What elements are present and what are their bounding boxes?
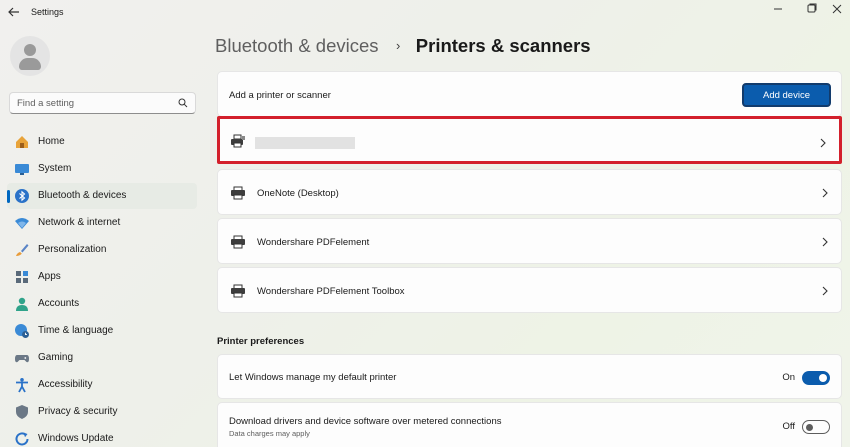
chevron-right-icon[interactable]: [819, 138, 827, 148]
sidebar-item-label: Accounts: [38, 298, 80, 309]
sidebar-item-apps[interactable]: Apps: [7, 264, 197, 290]
sidebar-item-label: Home: [38, 136, 65, 147]
sidebar-item-bluetooth[interactable]: Bluetooth & devices: [7, 183, 197, 209]
printer-icon: [231, 235, 245, 249]
sidebar-item-accounts[interactable]: Accounts: [7, 291, 197, 317]
shield-icon: [16, 405, 28, 419]
title-bar: Settings: [0, 0, 850, 26]
sidebar-item-label: Personalization: [38, 244, 107, 255]
sidebar-item-time-language[interactable]: Time & language: [7, 318, 197, 344]
printer-row[interactable]: OneNote (Desktop): [217, 169, 842, 215]
globe-clock-icon: [15, 324, 29, 338]
chevron-right-icon[interactable]: [821, 286, 829, 296]
printer-icon: [231, 134, 245, 148]
sidebar-item-privacy[interactable]: Privacy & security: [7, 399, 197, 425]
sidebar-item-gaming[interactable]: Gaming: [7, 345, 197, 371]
setting-label: Let Windows manage my default printer: [229, 372, 397, 383]
accessibility-icon: [16, 378, 28, 393]
setting-label: Download drivers and device software ove…: [229, 416, 502, 427]
monitor-icon: [15, 164, 29, 175]
section-heading: Printer preferences: [217, 336, 305, 347]
sidebar-item-label: Windows Update: [38, 433, 114, 444]
printer-row[interactable]: Wondershare PDFelement: [217, 218, 842, 264]
chevron-right-icon[interactable]: [821, 188, 829, 198]
printer-row-highlighted[interactable]: [217, 116, 842, 164]
avatar-body: [19, 58, 41, 70]
sidebar-item-accessibility[interactable]: Accessibility: [7, 372, 197, 398]
search-icon[interactable]: [178, 98, 188, 108]
printer-name: OneNote (Desktop): [257, 188, 339, 199]
sidebar-nav: Home System Bluetooth & devices Network …: [7, 129, 197, 447]
sidebar-item-label: Time & language: [38, 325, 114, 336]
printer-name: Wondershare PDFelement: [257, 237, 370, 248]
wifi-icon: [15, 218, 29, 229]
toggle-knob: [806, 423, 813, 431]
sidebar-item-label: Network & internet: [38, 217, 121, 228]
avatar[interactable]: [10, 36, 50, 76]
setting-sublabel: Data charges may apply: [229, 429, 310, 438]
breadcrumb-separator: ›: [395, 38, 401, 53]
back-arrow-icon[interactable]: [7, 5, 21, 19]
sidebar-item-network[interactable]: Network & internet: [7, 210, 197, 236]
sidebar-item-label: Accessibility: [38, 379, 93, 390]
toggle-state-label: On: [782, 372, 795, 383]
sidebar-item-home[interactable]: Home: [7, 129, 197, 155]
person-icon: [16, 297, 28, 311]
sidebar-item-label: Bluetooth & devices: [38, 190, 127, 201]
breadcrumb-parent[interactable]: Bluetooth & devices: [215, 35, 379, 56]
manage-default-printer-row: Let Windows manage my default printer On: [217, 354, 842, 399]
printer-name: Wondershare PDFelement Toolbox: [257, 286, 405, 297]
sidebar-item-system[interactable]: System: [7, 156, 197, 182]
add-printer-card: Add a printer or scanner Add device: [217, 71, 842, 117]
sidebar-item-label: Privacy & security: [38, 406, 118, 417]
printer-row[interactable]: Wondershare PDFelement Toolbox: [217, 267, 842, 313]
metered-toggle[interactable]: [802, 420, 830, 434]
toggle-state-label: Off: [782, 421, 796, 432]
apps-icon: [16, 271, 28, 283]
search-box[interactable]: [9, 92, 196, 114]
sidebar-item-personalization[interactable]: Personalization: [7, 237, 197, 263]
add-printer-label: Add a printer or scanner: [229, 90, 331, 101]
gamepad-icon: [15, 355, 29, 363]
manage-default-toggle[interactable]: [802, 371, 830, 385]
breadcrumb: Bluetooth & devices › Printers & scanner…: [215, 35, 591, 57]
metered-download-row: Download drivers and device software ove…: [217, 402, 842, 447]
sidebar-item-label: System: [38, 163, 72, 174]
add-device-button[interactable]: Add device: [742, 83, 831, 107]
printer-icon: [231, 186, 245, 200]
brush-icon: [16, 244, 29, 256]
home-icon: [16, 136, 28, 148]
sidebar-item-label: Gaming: [38, 352, 74, 363]
avatar-head: [24, 44, 36, 56]
sidebar-item-windows-update[interactable]: Windows Update: [7, 426, 197, 447]
redacted-printer-name: [255, 137, 355, 149]
close-icon[interactable]: [820, 2, 850, 16]
page-title: Printers & scanners: [415, 35, 591, 56]
bluetooth-icon: [15, 189, 29, 203]
printer-icon: [231, 284, 245, 298]
chevron-right-icon[interactable]: [821, 237, 829, 247]
update-icon: [15, 432, 29, 446]
app-title: Settings: [31, 7, 64, 17]
minimize-icon[interactable]: [761, 2, 795, 16]
toggle-knob: [819, 374, 827, 382]
sidebar-item-label: Apps: [38, 271, 61, 282]
search-input[interactable]: [17, 96, 177, 110]
